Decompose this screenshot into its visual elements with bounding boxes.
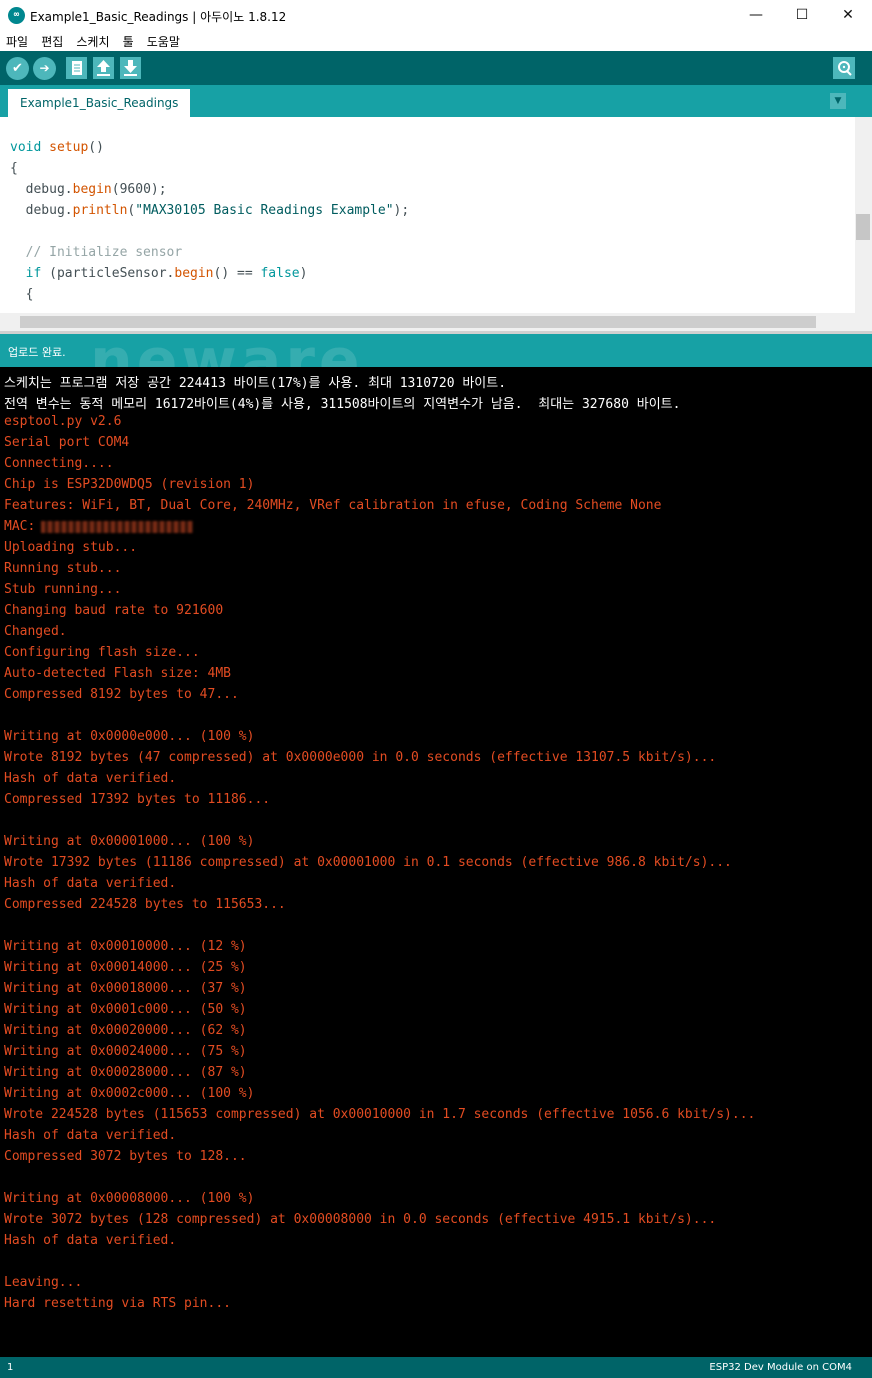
tab-menu-button[interactable]: ▼ (830, 93, 846, 109)
console-line: 전역 변수는 동적 메모리 16172바이트(4%)를 사용, 311508바이… (4, 397, 681, 412)
console-line: Serial port COM4 (4, 435, 130, 450)
save-icon (124, 60, 137, 76)
console-line: Uploading stub... (4, 540, 138, 555)
console-line: Writing at 0x0001c000... (50 %) (4, 1002, 247, 1017)
console-line: Writing at 0x00008000... (100 %) (4, 1191, 255, 1206)
console-line: Wrote 224528 bytes (115653 compressed) a… (4, 1107, 756, 1122)
board-port-info: ESP32 Dev Module on COM4 (709, 1362, 852, 1373)
console-line: Wrote 17392 bytes (11186 compressed) at … (4, 855, 732, 870)
title-bar: ∞ Example1_Basic_Readings | 아두이노 1.8.12 … (0, 0, 872, 32)
redacted-mac-address (41, 520, 194, 533)
code-line-1: void setup() (10, 140, 104, 155)
menu-help[interactable]: 도움말 (147, 32, 180, 52)
serial-monitor-button[interactable] (833, 57, 855, 79)
console-line: Hard resetting via RTS pin... (4, 1296, 231, 1311)
window-title: Example1_Basic_Readings | 아두이노 1.8.12 (30, 10, 287, 24)
console-line: Stub running... (4, 582, 122, 597)
editor-vertical-scroll-thumb[interactable] (856, 214, 870, 240)
menu-edit[interactable]: 편집 (41, 32, 63, 52)
console-line: Writing at 0x00024000... (75 %) (4, 1044, 247, 1059)
open-button[interactable] (93, 57, 114, 79)
arduino-logo-icon: ∞ (8, 7, 25, 24)
tab-example1-basic-readings[interactable]: Example1_Basic_Readings (8, 89, 191, 117)
menu-bar: 파일 편집 스케치 툴 도움말 (0, 31, 872, 51)
chevron-down-icon: ▼ (834, 96, 842, 106)
maximize-button[interactable]: ☐ (779, 0, 825, 31)
console-line: Writing at 0x00028000... (87 %) (4, 1065, 247, 1080)
console-line: Writing at 0x00018000... (37 %) (4, 981, 247, 996)
menu-tools[interactable]: 툴 (123, 32, 134, 52)
console-line: Writing at 0x0000e000... (100 %) (4, 729, 255, 744)
line-number: 1 (7, 1362, 14, 1373)
console-line: Writing at 0x0002c000... (100 %) (4, 1086, 255, 1101)
console-line: Compressed 3072 bytes to 128... (4, 1149, 247, 1164)
code-line-4: debug.println("MAX30105 Basic Readings E… (10, 203, 410, 218)
verify-button[interactable]: ✔ (6, 57, 29, 80)
menu-sketch[interactable]: 스케치 (76, 32, 109, 52)
console-line: 스케치는 프로그램 저장 공간 224413 바이트(17%)를 사용. 최대 … (4, 376, 507, 391)
console-line: Writing at 0x00010000... (12 %) (4, 939, 247, 954)
code-line-8: { (10, 287, 34, 302)
console-line: Features: WiFi, BT, Dual Core, 240MHz, V… (4, 498, 662, 513)
console-line-mac: MAC: (4, 519, 194, 534)
console-line: Changed. (4, 624, 67, 639)
console-line: Compressed 17392 bytes to 11186... (4, 792, 271, 807)
console-line: Hash of data verified. (4, 876, 177, 891)
minimize-button[interactable]: — (733, 0, 779, 31)
code-line-2: { (10, 161, 18, 176)
code-line-7: if (particleSensor.begin() == false) (10, 266, 308, 281)
new-icon (72, 61, 82, 75)
status-message: 업로드 완료. (8, 346, 66, 359)
code-line-6: // Initialize sensor (10, 245, 183, 260)
serial-monitor-icon (838, 61, 852, 76)
new-sketch-button[interactable] (66, 57, 87, 79)
console-line: esptool.py v2.6 (4, 414, 122, 429)
console-line: Configuring flash size... (4, 645, 200, 660)
open-icon (97, 60, 110, 76)
console-line: Running stub... (4, 561, 122, 576)
verify-icon: ✔ (12, 61, 23, 76)
menu-file[interactable]: 파일 (6, 32, 28, 52)
console-line: Writing at 0x00001000... (100 %) (4, 834, 255, 849)
code-editor[interactable]: void setup() { debug.begin(9600); debug.… (0, 117, 855, 313)
upload-button[interactable]: ➔ (33, 57, 56, 80)
console-output[interactable]: 스케치는 프로그램 저장 공간 224413 바이트(17%)를 사용. 최대 … (0, 367, 872, 1357)
console-line: Changing baud rate to 921600 (4, 603, 224, 618)
console-line: Compressed 224528 bytes to 115653... (4, 897, 286, 912)
save-button[interactable] (120, 57, 141, 79)
console-line: Hash of data verified. (4, 771, 177, 786)
console-line: Auto-detected Flash size: 4MB (4, 666, 231, 681)
upload-icon: ➔ (39, 61, 50, 75)
console-line: Compressed 8192 bytes to 47... (4, 687, 239, 702)
console-line: Wrote 8192 bytes (47 compressed) at 0x00… (4, 750, 717, 765)
console-line: Connecting.... (4, 456, 114, 471)
code-line-3: debug.begin(9600); (10, 182, 167, 197)
console-line: Leaving... (4, 1275, 83, 1290)
console-line: Chip is ESP32D0WDQ5 (revision 1) (4, 477, 255, 492)
console-line: Wrote 3072 bytes (128 compressed) at 0x0… (4, 1212, 717, 1227)
console-line: Writing at 0x00014000... (25 %) (4, 960, 247, 975)
console-line: Writing at 0x00020000... (62 %) (4, 1023, 247, 1038)
close-button[interactable]: ✕ (825, 0, 871, 31)
console-line: Hash of data verified. (4, 1128, 177, 1143)
console-line: Hash of data verified. (4, 1233, 177, 1248)
